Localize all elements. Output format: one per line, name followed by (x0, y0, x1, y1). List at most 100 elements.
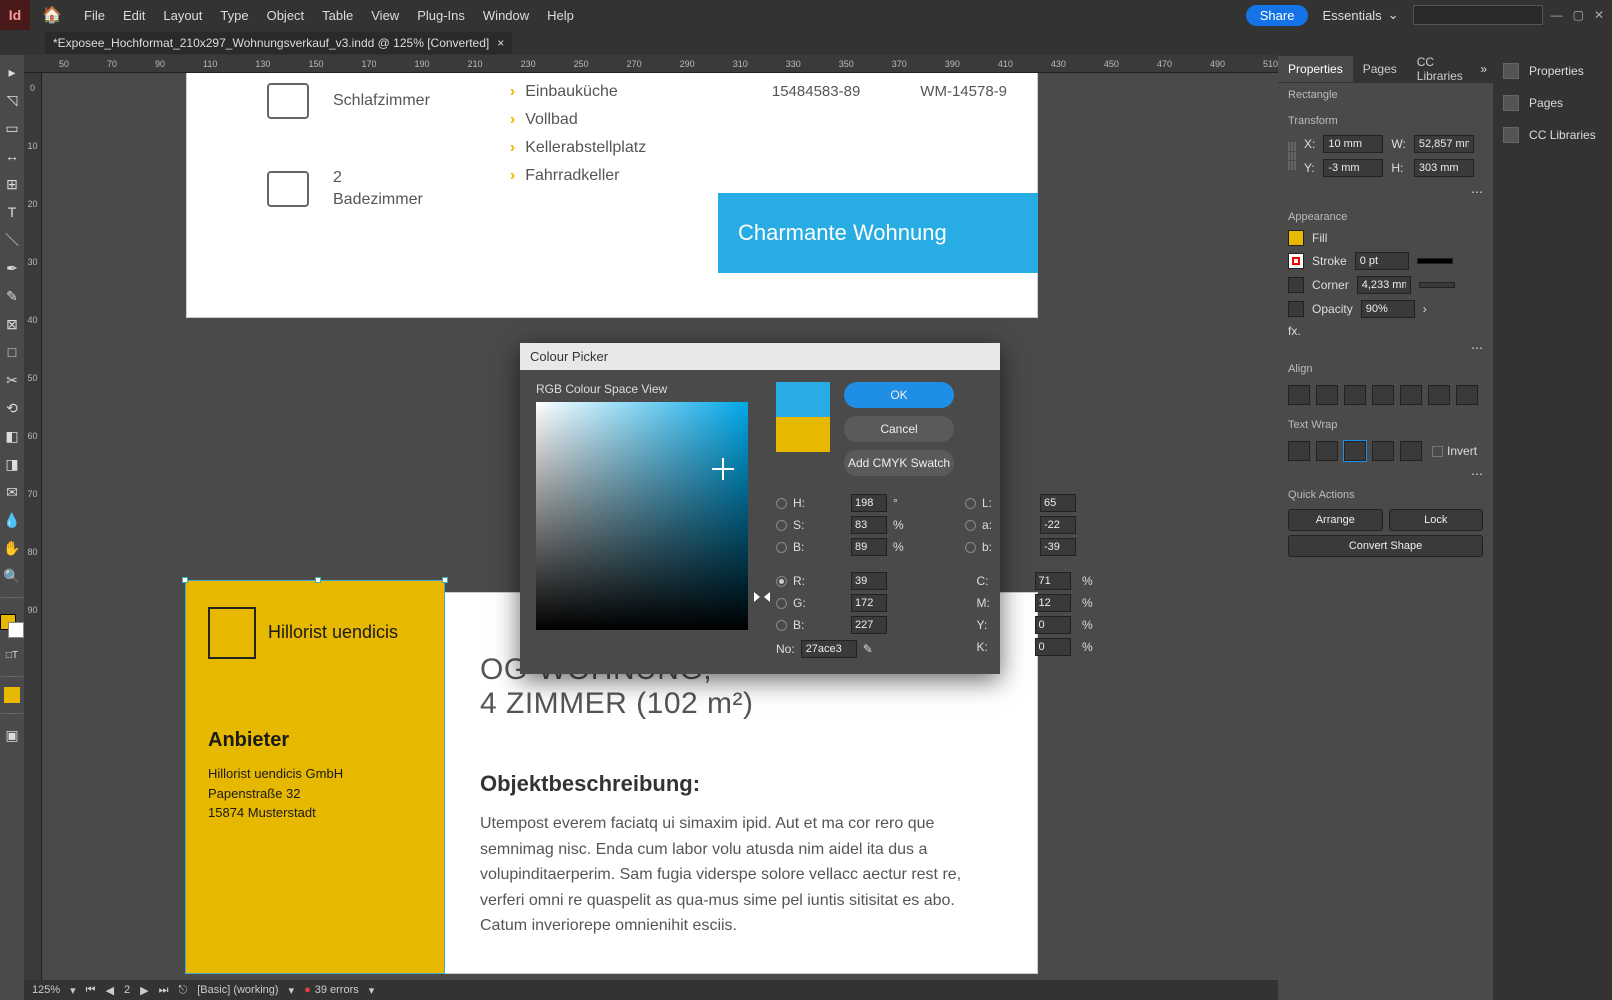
type-tool-icon[interactable]: T (1, 201, 23, 223)
chevron-down-icon[interactable]: ▾ (289, 984, 295, 997)
g-radio[interactable] (776, 598, 787, 609)
search-input[interactable] (1413, 5, 1543, 25)
corner-input[interactable] (1357, 276, 1411, 294)
h-input[interactable] (851, 494, 887, 512)
dock-pages[interactable]: Pages (1493, 87, 1612, 119)
fill-stroke-swatch[interactable] (0, 614, 24, 638)
lock-button[interactable]: Lock (1389, 509, 1484, 531)
bv-input[interactable] (851, 538, 887, 556)
chevron-down-icon[interactable]: ▾ (369, 984, 375, 997)
stroke-style-select[interactable] (1417, 258, 1453, 264)
panel-more-icon[interactable]: ⋯ (1471, 341, 1483, 355)
wrap-column-icon[interactable] (1400, 441, 1422, 461)
l-input[interactable] (1040, 494, 1076, 512)
maximize-icon[interactable]: ▢ (1573, 8, 1584, 22)
dialog-title[interactable]: Colour Picker (520, 343, 1000, 370)
align-right-icon[interactable] (1344, 385, 1366, 405)
prev-page-icon[interactable]: ◀ (106, 984, 114, 997)
reference-point-grid[interactable] (1288, 142, 1296, 170)
document-tab[interactable]: *Exposee_Hochformat_210x297_Wohnungsverk… (45, 32, 512, 54)
sv-cursor-icon[interactable] (716, 462, 730, 476)
workspace-switcher[interactable]: Essentials⌄ (1322, 7, 1398, 23)
align-vcenter-icon[interactable] (1400, 385, 1422, 405)
hex-input[interactable] (801, 640, 857, 658)
y-input[interactable] (1035, 616, 1071, 634)
menu-view[interactable]: View (371, 8, 399, 23)
home-icon[interactable]: 🏠 (42, 5, 70, 25)
panel-more-icon[interactable]: ⋯ (1471, 467, 1483, 481)
apply-color-icon[interactable] (4, 687, 20, 703)
eyedropper-icon[interactable]: ✎ (863, 642, 873, 656)
panel-collapse-icon[interactable]: » (1474, 62, 1493, 76)
menu-table[interactable]: Table (322, 8, 353, 23)
l-radio[interactable] (965, 498, 976, 509)
opacity-label[interactable]: Opacity (1312, 302, 1353, 316)
page-number[interactable]: 2 (124, 984, 130, 996)
note-tool-icon[interactable]: ✉ (1, 481, 23, 503)
y-input[interactable] (1323, 159, 1383, 177)
chevron-right-icon[interactable]: › (1423, 302, 1427, 316)
gradient-feather-tool-icon[interactable]: ◨ (1, 453, 23, 475)
style-indicator[interactable]: [Basic] (working) (197, 984, 278, 996)
r-input[interactable] (851, 572, 887, 590)
saturation-value-field[interactable] (536, 402, 748, 630)
page-tool-icon[interactable]: ▭ (1, 117, 23, 139)
bv-radio[interactable] (776, 542, 787, 553)
first-page-icon[interactable]: ⏮ (86, 984, 96, 997)
s-radio[interactable] (776, 520, 787, 531)
eyedropper-tool-icon[interactable]: 💧 (1, 509, 23, 531)
content-tool-icon[interactable]: ⊞ (1, 173, 23, 195)
invert-checkbox[interactable] (1432, 446, 1443, 457)
align-bottom-icon[interactable] (1428, 385, 1450, 405)
align-left-icon[interactable] (1288, 385, 1310, 405)
menu-file[interactable]: File (84, 8, 105, 23)
s-input[interactable] (851, 516, 887, 534)
fx-icon[interactable]: fx. (1288, 324, 1301, 338)
wrap-shape-icon[interactable] (1344, 441, 1366, 461)
bb-radio[interactable] (776, 620, 787, 631)
c-input[interactable] (1035, 572, 1071, 590)
gap-tool-icon[interactable]: ↔ (1, 145, 23, 167)
last-page-icon[interactable]: ⏭ (159, 984, 169, 997)
gold-sidebar[interactable]: Hillorist uendicis Anbieter Hillorist ue… (186, 581, 444, 973)
corner-style-select[interactable] (1419, 282, 1455, 288)
bb-input[interactable] (851, 616, 887, 634)
zoom-level[interactable]: 125% (32, 984, 60, 996)
menu-edit[interactable]: Edit (123, 8, 145, 23)
close-tab-icon[interactable]: × (497, 36, 504, 50)
fill-swatch[interactable] (1288, 230, 1304, 246)
h-radio[interactable] (776, 498, 787, 509)
stroke-weight-input[interactable] (1355, 252, 1409, 270)
selection-tool-icon[interactable]: ▸ (1, 61, 23, 83)
selection-handle[interactable] (182, 577, 188, 583)
a-input[interactable] (1040, 516, 1076, 534)
wrap-bbox-icon[interactable] (1316, 441, 1338, 461)
chevron-down-icon[interactable]: ▾ (70, 984, 76, 997)
view-mode-icon[interactable]: ▣ (1, 724, 23, 746)
convert-shape-button[interactable]: Convert Shape (1288, 535, 1483, 557)
hand-tool-icon[interactable]: ✋ (1, 537, 23, 559)
minimize-icon[interactable]: — (1551, 8, 1563, 22)
align-top-icon[interactable] (1372, 385, 1394, 405)
rectangle-tool-icon[interactable]: □ (1, 341, 23, 363)
a-radio[interactable] (965, 520, 976, 531)
stroke-label[interactable]: Stroke (1312, 254, 1347, 268)
next-page-icon[interactable]: ▶ (140, 984, 148, 997)
wrap-none-icon[interactable] (1288, 441, 1310, 461)
distribute-icon[interactable] (1456, 385, 1478, 405)
transform-tool-icon[interactable]: ⟲ (1, 397, 23, 419)
corner-icon[interactable] (1288, 277, 1304, 293)
gradient-swatch-tool-icon[interactable]: ◧ (1, 425, 23, 447)
k-input[interactable] (1035, 638, 1071, 656)
lab-b-input[interactable] (1040, 538, 1076, 556)
pen-tool-icon[interactable]: ✒ (1, 257, 23, 279)
dock-properties[interactable]: Properties (1493, 55, 1612, 87)
wrap-jump-icon[interactable] (1372, 441, 1394, 461)
tab-pages[interactable]: Pages (1353, 56, 1407, 82)
align-hcenter-icon[interactable] (1316, 385, 1338, 405)
selection-handle[interactable] (442, 577, 448, 583)
fill-label[interactable]: Fill (1312, 231, 1327, 245)
h-input[interactable] (1414, 159, 1474, 177)
arrange-button[interactable]: Arrange (1288, 509, 1383, 531)
rectangle-frame-tool-icon[interactable]: ⊠ (1, 313, 23, 335)
